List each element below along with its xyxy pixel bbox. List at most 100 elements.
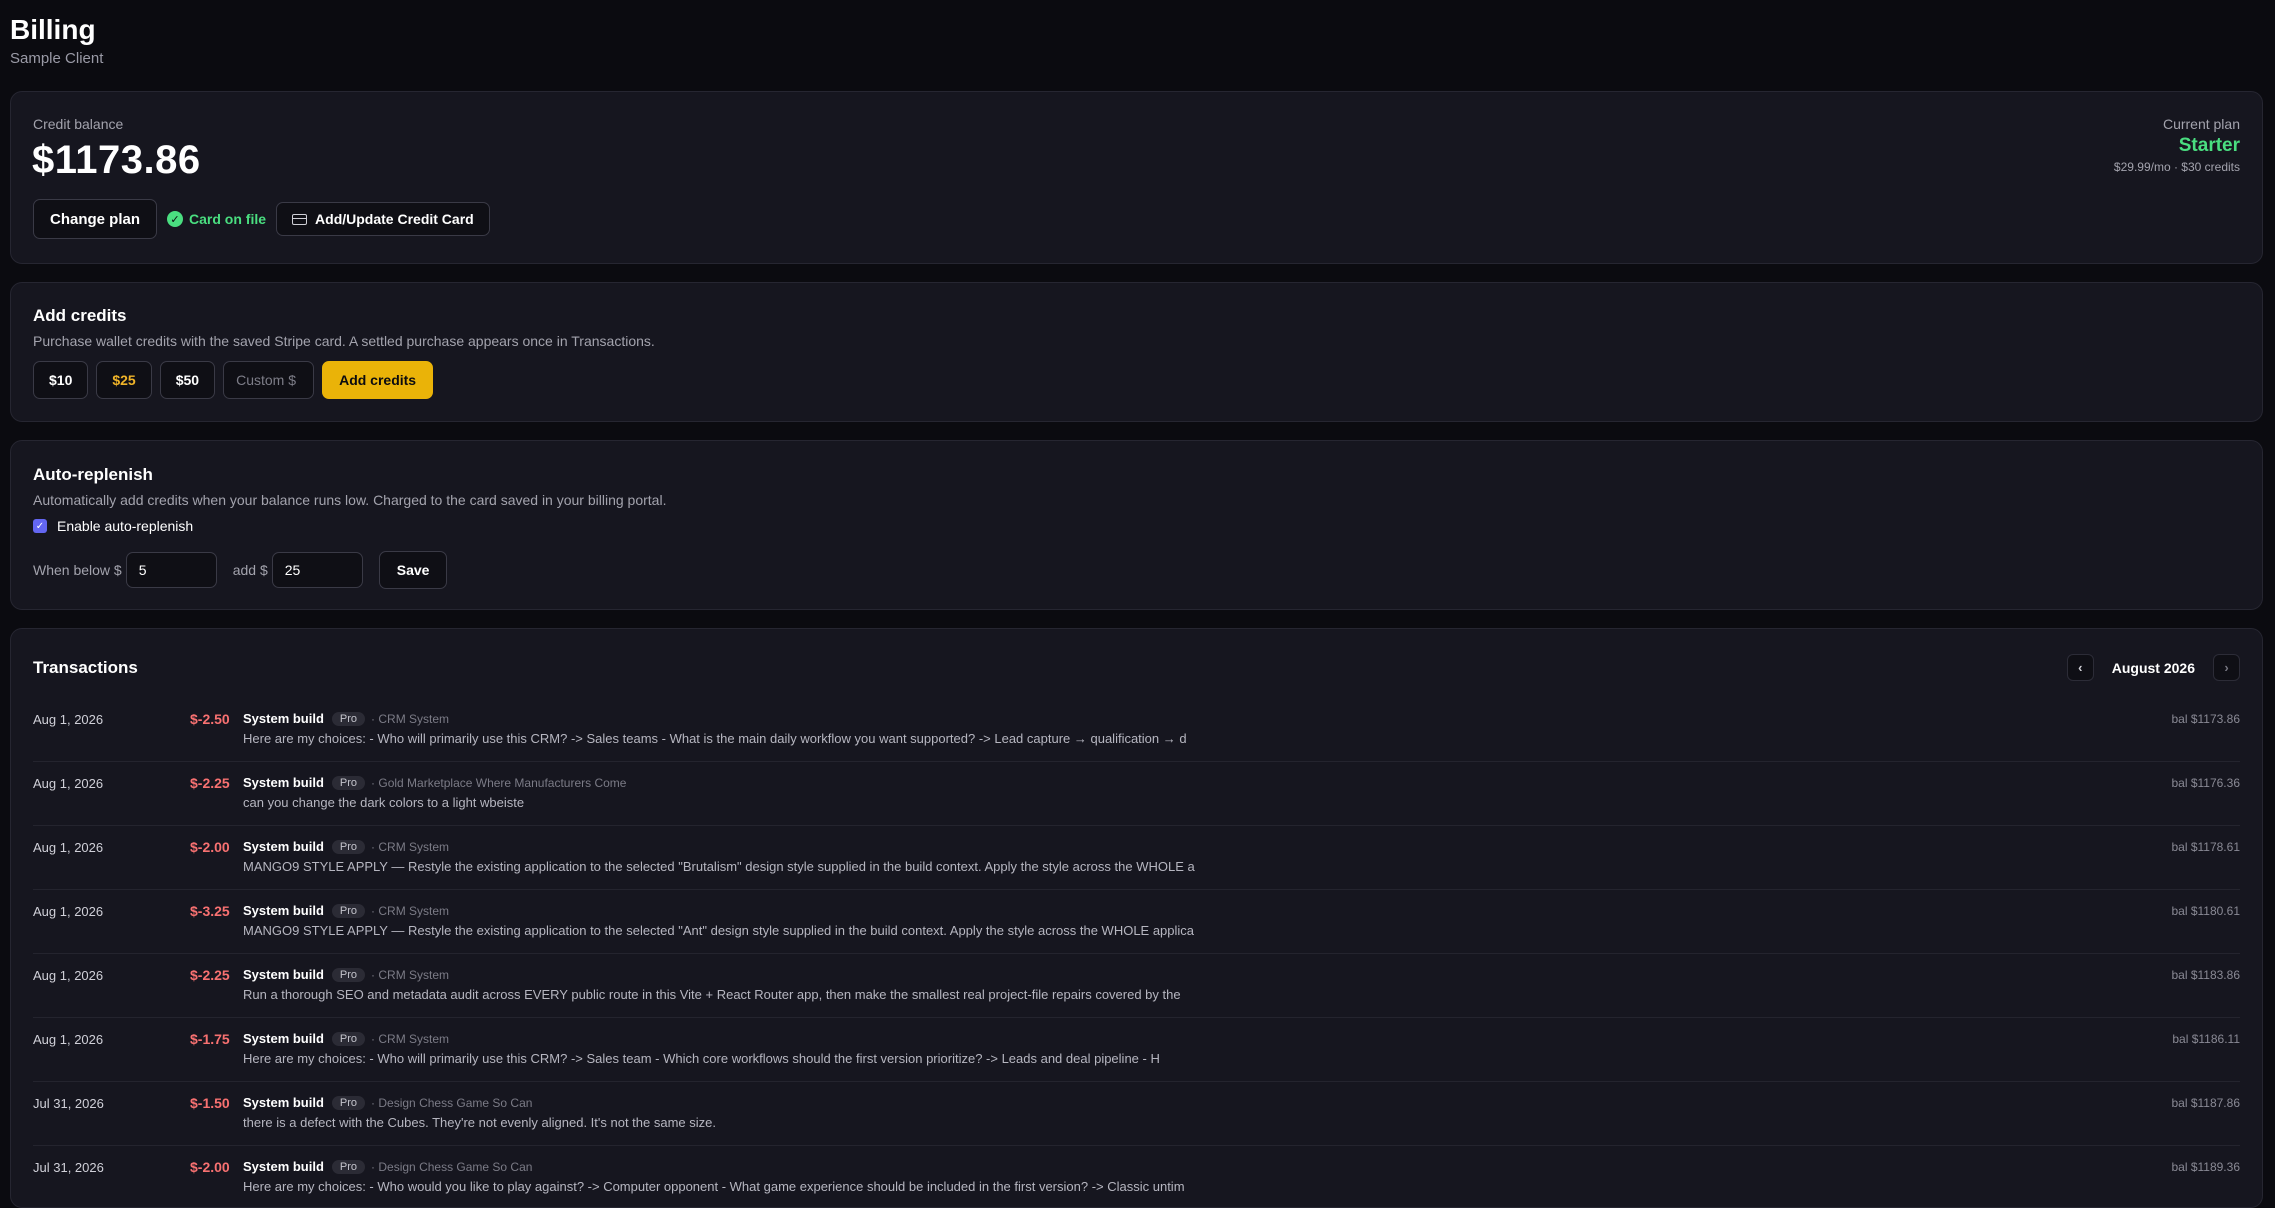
chevron-right-icon[interactable]: ›: [2213, 654, 2240, 681]
below-threshold-input[interactable]: [125, 552, 217, 588]
add-credits-card: Add credits Purchase wallet credits with…: [10, 282, 2263, 422]
auto-replenish-card: Auto-replenish Automatically add credits…: [10, 440, 2263, 610]
enable-auto-replenish-label: Enable auto-replenish: [57, 518, 194, 534]
credit-card-icon: [292, 213, 308, 225]
transaction-details: System build Pro · CRM System MANGO9 STY…: [243, 903, 1194, 938]
custom-amount-input[interactable]: [223, 361, 315, 399]
transactions-card: Transactions ‹ August 2026 › Aug 1, 2026…: [10, 628, 2263, 1208]
credit-balance-card: Credit balance $1173.86 Change plan ✓ Ca…: [10, 91, 2263, 264]
transaction-project: · Design Chess Game So Can: [371, 1095, 533, 1110]
auto-replenish-description: Automatically add credits when your bala…: [33, 492, 667, 508]
transaction-type: System build: [243, 711, 324, 726]
amount-50-button[interactable]: $50: [159, 361, 216, 399]
transaction-amount: $-2.00: [190, 839, 230, 855]
transaction-balance: bal $1186.11: [2172, 1032, 2240, 1046]
transaction-type: System build: [243, 1095, 324, 1110]
transaction-details: System build Pro · Design Chess Game So …: [243, 1095, 716, 1130]
transaction-project: · CRM System: [371, 839, 450, 854]
transaction-project: · CRM System: [371, 903, 450, 918]
transaction-row: Aug 1, 2026 $-2.50 System build Pro · CR…: [33, 698, 2240, 762]
amount-25-button[interactable]: $25: [96, 361, 152, 399]
transaction-description: Here are my choices: - Who will primaril…: [243, 731, 1187, 746]
transaction-date: Aug 1, 2026: [33, 776, 104, 791]
transaction-date: Jul 31, 2026: [33, 1096, 104, 1111]
tier-badge: Pro: [331, 839, 366, 854]
card-on-file-status: ✓ Card on file: [167, 211, 266, 227]
transaction-balance: bal $1178.61: [2171, 840, 2240, 854]
transaction-project: · Gold Marketplace Where Manufacturers C…: [371, 775, 627, 790]
tier-badge: Pro: [331, 711, 366, 726]
balance-actions: Change plan ✓ Card on file Add/Update Cr…: [33, 199, 490, 239]
change-plan-button[interactable]: Change plan: [33, 199, 158, 239]
chevron-left-icon[interactable]: ‹: [2066, 654, 2094, 681]
transaction-type: System build: [243, 903, 324, 918]
current-month: August 2026: [2111, 659, 2195, 676]
add-credits-title: Add credits: [33, 306, 127, 325]
transaction-balance: bal $1180.61: [2171, 904, 2240, 918]
transaction-balance: bal $1173.86: [2171, 712, 2240, 726]
page-subtitle: Sample Client: [10, 50, 104, 67]
transaction-details: System build Pro · CRM System Here are m…: [243, 1031, 1160, 1066]
transaction-date: Aug 1, 2026: [33, 712, 104, 727]
transactions-list: Aug 1, 2026 $-2.50 System build Pro · CR…: [33, 698, 2240, 1207]
transaction-balance: bal $1189.36: [2171, 1160, 2240, 1174]
amount-10-button[interactable]: $10: [33, 361, 89, 399]
current-plan: Current plan Starter $29.99/mo · $30 cre…: [2114, 116, 2240, 174]
add-amount-label: add $: [232, 562, 268, 578]
transaction-amount: $-2.50: [190, 711, 230, 727]
current-plan-name: Starter: [2178, 135, 2240, 156]
credit-balance-amount: $1173.86: [32, 138, 201, 182]
transaction-description: MANGO9 STYLE APPLY — Restyle the existin…: [243, 923, 1195, 938]
checkbox-checked-icon[interactable]: ✓: [33, 519, 47, 533]
transaction-amount: $-1.50: [190, 1095, 230, 1111]
credit-amount-options: $10 $25 $50 Add credits: [33, 361, 434, 399]
transaction-row: Aug 1, 2026 $-2.25 System build Pro · CR…: [33, 954, 2240, 1018]
add-credits-button[interactable]: Add credits: [322, 361, 434, 399]
transaction-amount: $-2.00: [190, 1159, 230, 1175]
transaction-date: Aug 1, 2026: [33, 1032, 104, 1047]
transaction-date: Aug 1, 2026: [33, 840, 104, 855]
transaction-amount: $-3.25: [190, 903, 230, 919]
transaction-description: Run a thorough SEO and metadata audit ac…: [243, 987, 1181, 1002]
add-credits-description: Purchase wallet credits with the saved S…: [33, 333, 655, 349]
credit-balance-label: Credit balance: [33, 116, 124, 132]
transactions-title: Transactions: [33, 658, 138, 677]
transaction-project: · CRM System: [371, 967, 450, 982]
enable-auto-replenish[interactable]: ✓ Enable auto-replenish: [33, 518, 193, 534]
transaction-description: can you change the dark colors to a ligh…: [243, 795, 525, 810]
transaction-balance: bal $1187.86: [2171, 1096, 2240, 1110]
replenish-amount-input[interactable]: [271, 552, 363, 588]
transaction-amount: $-1.75: [190, 1031, 230, 1047]
check-circle-icon: ✓: [167, 211, 184, 227]
update-credit-card-button[interactable]: Add/Update Credit Card: [276, 202, 490, 236]
tier-badge: Pro: [331, 1095, 366, 1110]
transaction-details: System build Pro · Design Chess Game So …: [243, 1159, 1185, 1194]
transaction-type: System build: [243, 1031, 324, 1046]
transaction-row: Jul 31, 2026 $-1.50 System build Pro · D…: [33, 1082, 2240, 1146]
when-below-label: When below $: [33, 562, 122, 578]
transaction-balance: bal $1183.86: [2171, 968, 2240, 982]
transaction-description: Here are my choices: - Who will primaril…: [243, 1051, 1160, 1066]
save-button[interactable]: Save: [378, 551, 448, 589]
transaction-details: System build Pro · CRM System Run a thor…: [243, 967, 1181, 1002]
tier-badge: Pro: [331, 1031, 366, 1046]
transaction-description: MANGO9 STYLE APPLY — Restyle the existin…: [243, 859, 1195, 874]
card-on-file-label: Card on file: [189, 211, 267, 227]
transaction-row: Aug 1, 2026 $-2.00 System build Pro · CR…: [33, 826, 2240, 890]
current-plan-label: Current plan: [2162, 116, 2240, 132]
transaction-project: · CRM System: [371, 1031, 450, 1046]
transaction-date: Aug 1, 2026: [33, 968, 104, 983]
tier-badge: Pro: [331, 967, 366, 982]
month-navigation: ‹ August 2026 ›: [2066, 654, 2240, 681]
transaction-type: System build: [243, 967, 324, 982]
transaction-amount: $-2.25: [190, 775, 230, 791]
transaction-details: System build Pro · CRM System MANGO9 STY…: [243, 839, 1195, 874]
auto-replenish-title: Auto-replenish: [33, 465, 153, 484]
transaction-description: there is a defect with the Cubes. They'r…: [243, 1115, 716, 1130]
transaction-row: Aug 1, 2026 $-3.25 System build Pro · CR…: [33, 890, 2240, 954]
transaction-type: System build: [243, 839, 324, 854]
page-title: Billing: [10, 14, 96, 45]
tier-badge: Pro: [331, 1159, 366, 1174]
transaction-details: System build Pro · CRM System Here are m…: [243, 711, 1187, 746]
page-header: Billing Sample Client: [10, 13, 103, 67]
